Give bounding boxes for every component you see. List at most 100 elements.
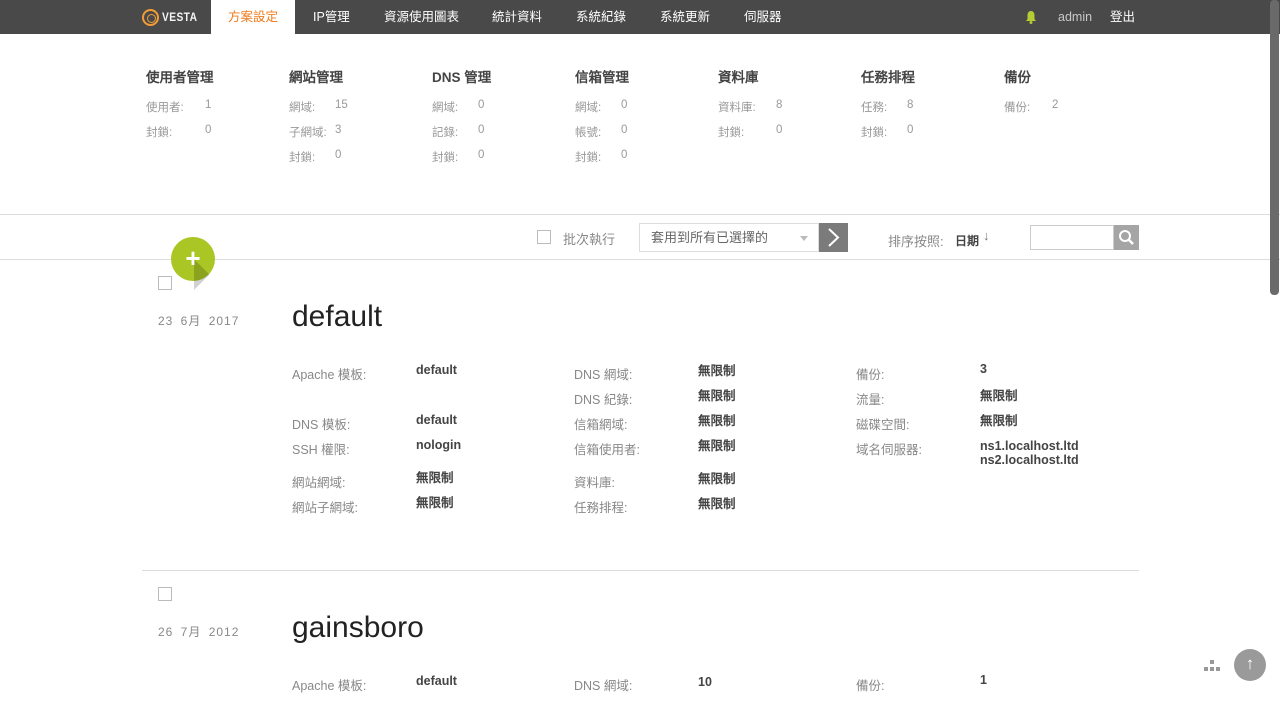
package-date: 23 6月 2017 xyxy=(158,314,240,328)
stat-row: 封鎖: 0 xyxy=(575,149,627,165)
stat-label: 備份: xyxy=(1004,102,1031,114)
stat-value: 0 xyxy=(478,149,485,161)
package-field-label: 信箱使用者: xyxy=(574,443,640,457)
stat-label: 封鎖: xyxy=(432,152,459,164)
stat-value: 0 xyxy=(478,99,485,111)
package-field-value: default xyxy=(416,413,457,427)
tab-updates[interactable]: 系統更新 xyxy=(660,0,710,34)
stat-label: 網域: xyxy=(575,102,602,114)
package-field-value: 無限制 xyxy=(980,414,1018,428)
stat-panel-title[interactable]: DNS 管理 xyxy=(432,66,491,85)
search-button[interactable] xyxy=(1114,225,1139,250)
stat-label: 任務: xyxy=(861,102,888,114)
package-name[interactable]: default xyxy=(292,300,382,334)
package-field-value: nologin xyxy=(416,438,462,452)
stat-value: 0 xyxy=(621,149,628,161)
package-field-value: default xyxy=(416,363,457,377)
shortcuts-icon[interactable] xyxy=(1204,660,1220,672)
tab-ip[interactable]: IP管理 xyxy=(313,0,350,34)
vesta-logo[interactable]: VESTA xyxy=(142,8,204,26)
stat-label: 網域: xyxy=(289,102,316,114)
stat-panel-title[interactable]: 資料庫 xyxy=(718,66,759,85)
scrollbar[interactable] xyxy=(1270,0,1279,295)
stat-row: 封鎖: 0 xyxy=(432,149,484,165)
stat-value: 0 xyxy=(205,124,212,136)
package-separator xyxy=(142,570,1139,571)
stat-row: 網域: 0 xyxy=(575,99,627,115)
package-field-value: 3 xyxy=(980,362,987,376)
package-field-label: 備份: xyxy=(856,368,885,382)
stat-value: 0 xyxy=(335,149,342,161)
stat-row: 帳號: 0 xyxy=(575,124,627,140)
logo-text: VESTA xyxy=(162,10,198,24)
sort-value[interactable]: 日期 xyxy=(955,232,979,249)
package-field-value: 10 xyxy=(698,675,712,689)
batch-checkbox[interactable] xyxy=(537,230,551,244)
stat-row: 封鎖: 0 xyxy=(146,124,211,140)
stat-panel: DNS 管理 網域: 0 記錄: 0 封鎖: 0 xyxy=(432,66,491,164)
stat-panel-title[interactable]: 備份 xyxy=(1004,66,1031,85)
tab-graphs[interactable]: 資源使用圖表 xyxy=(384,0,459,34)
stat-value: 1 xyxy=(205,99,212,111)
package-field-value: ns1.localhost.ltd xyxy=(980,439,1079,453)
package-checkbox[interactable] xyxy=(158,276,172,290)
tab-server[interactable]: 伺服器 xyxy=(744,0,782,34)
scroll-to-top-button[interactable]: ↑ xyxy=(1234,649,1266,681)
stat-value: 3 xyxy=(335,124,342,136)
package-field-value: 1 xyxy=(980,673,987,687)
stat-panel: 任務排程 任務: 8 封鎖: 0 xyxy=(861,66,915,139)
nameserver-value: ns2.localhost.ltd xyxy=(980,453,1079,467)
search-input[interactable] xyxy=(1030,225,1114,250)
apply-button[interactable] xyxy=(819,223,848,252)
chevron-right-icon xyxy=(828,228,840,247)
add-package-button[interactable]: + xyxy=(171,237,215,281)
tab-statistics[interactable]: 統計資料 xyxy=(492,0,542,34)
stat-label: 封鎖: xyxy=(718,127,745,139)
package-date: 26 7月 2012 xyxy=(158,625,240,639)
logout-link[interactable]: 登出 xyxy=(1110,0,1135,34)
stat-panel-title[interactable]: 使用者管理 xyxy=(146,66,214,85)
batch-action-value: 套用到所有已選擇的 xyxy=(651,230,769,245)
stat-value: 0 xyxy=(776,124,783,136)
package-field-label: 任務排程: xyxy=(574,501,628,515)
package-checkbox[interactable] xyxy=(158,587,172,601)
tab-packages[interactable]: 方案設定 xyxy=(211,0,295,34)
package-field-label: DNS 網域: xyxy=(574,368,633,382)
stat-row: 使用者: 1 xyxy=(146,99,211,115)
stat-label: 封鎖: xyxy=(146,127,173,139)
arrow-up-icon: ↑ xyxy=(1245,654,1255,673)
batch-label[interactable]: 批次執行 xyxy=(563,229,615,248)
stat-label: 記錄: xyxy=(432,127,459,139)
package-field-label: DNS 網域: xyxy=(574,679,633,693)
stat-value: 0 xyxy=(907,124,914,136)
stat-panel-title[interactable]: 信箱管理 xyxy=(575,66,629,85)
stat-label: 使用者: xyxy=(146,102,184,114)
user-link[interactable]: admin xyxy=(1058,0,1092,34)
bell-icon[interactable] xyxy=(1025,10,1037,24)
stat-row: 記錄: 0 xyxy=(432,124,484,140)
stat-panel-title[interactable]: 任務排程 xyxy=(861,66,915,85)
stat-panel: 資料庫 資料庫: 8 封鎖: 0 xyxy=(718,66,782,139)
package-field-value: 無限制 xyxy=(698,439,736,453)
package-name[interactable]: gainsboro xyxy=(292,611,424,645)
stat-row: 封鎖: 0 xyxy=(861,124,913,140)
stat-row: 子網域: 3 xyxy=(289,124,341,140)
stat-label: 封鎖: xyxy=(575,152,602,164)
package-field-value: 無限制 xyxy=(698,364,736,378)
divider xyxy=(0,214,1280,215)
stat-panel: 網站管理 網域: 15 子網域: 3 封鎖: 0 xyxy=(289,66,348,164)
stat-label: 網域: xyxy=(432,102,459,114)
package-field-value: default xyxy=(416,674,457,688)
search-icon xyxy=(1119,230,1134,245)
package-field-value: 無限制 xyxy=(698,414,736,428)
sort-direction-icon[interactable]: ↓ xyxy=(983,228,990,243)
stat-panel-title[interactable]: 網站管理 xyxy=(289,66,343,85)
stat-panel: 使用者管理使用者: 1 封鎖: 0 xyxy=(146,66,214,139)
stat-value: 15 xyxy=(335,99,348,111)
package-field-value: 無限制 xyxy=(980,389,1018,403)
package-field-value: 無限制 xyxy=(698,497,736,511)
batch-action-select[interactable]: 套用到所有已選擇的 xyxy=(639,223,819,252)
stat-label: 子網域: xyxy=(289,127,327,139)
tab-log[interactable]: 系統紀錄 xyxy=(576,0,626,34)
package-field-label: 資料庫: xyxy=(574,476,615,490)
